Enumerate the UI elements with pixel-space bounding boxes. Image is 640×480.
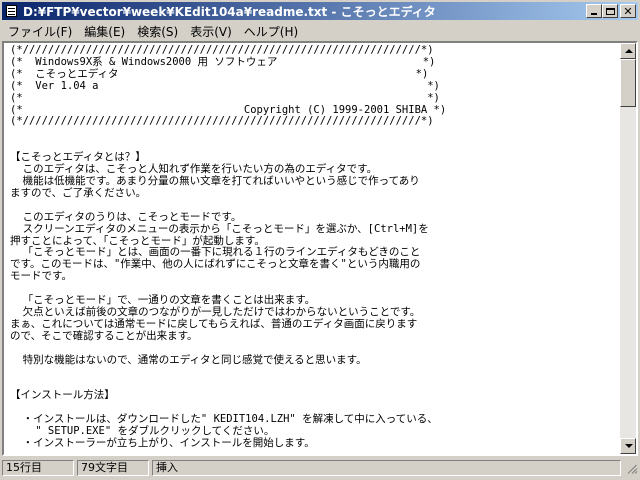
window-title: D:¥FTP¥vector¥week¥KEdit104a¥readme.txt … [23, 4, 436, 19]
client-area: (*//////////////////////////////////////… [2, 41, 638, 456]
vertical-scrollbar[interactable] [620, 43, 636, 454]
menu-bar: ファイル(F) 編集(E) 検索(S) 表示(V) ヘルプ(H) [2, 22, 638, 40]
resize-grip-icon[interactable] [626, 462, 638, 474]
menu-file[interactable]: ファイル(F) [2, 23, 78, 40]
status-line: 15行目 [2, 460, 74, 476]
menu-search[interactable]: 検索(S) [131, 23, 184, 40]
status-column: 79文字目 [77, 460, 149, 476]
editor-window: D:¥FTP¥vector¥week¥KEdit104a¥readme.txt … [0, 0, 640, 480]
close-button[interactable]: ✕ [620, 4, 636, 18]
document-text[interactable]: (*//////////////////////////////////////… [4, 43, 620, 450]
scroll-down-button[interactable] [620, 438, 636, 454]
up-arrow-icon [625, 49, 633, 53]
minimize-button[interactable] [586, 4, 602, 18]
menu-view[interactable]: 表示(V) [184, 23, 238, 40]
title-bar[interactable]: D:¥FTP¥vector¥week¥KEdit104a¥readme.txt … [2, 2, 638, 20]
maximize-button[interactable] [602, 4, 618, 18]
maximize-icon [605, 7, 615, 15]
notepad-icon[interactable] [5, 4, 19, 18]
down-arrow-icon [625, 444, 633, 448]
status-insert-mode: 挿入 [152, 460, 621, 476]
status-bar: 15行目 79文字目 挿入 [2, 458, 638, 478]
scroll-thumb[interactable] [620, 59, 636, 107]
menu-help[interactable]: ヘルプ(H) [238, 23, 304, 40]
scroll-up-button[interactable] [620, 43, 636, 59]
menu-edit[interactable]: 編集(E) [78, 23, 131, 40]
close-icon: ✕ [623, 4, 633, 18]
text-editor[interactable]: (*//////////////////////////////////////… [4, 43, 620, 454]
minimize-icon [591, 13, 597, 15]
